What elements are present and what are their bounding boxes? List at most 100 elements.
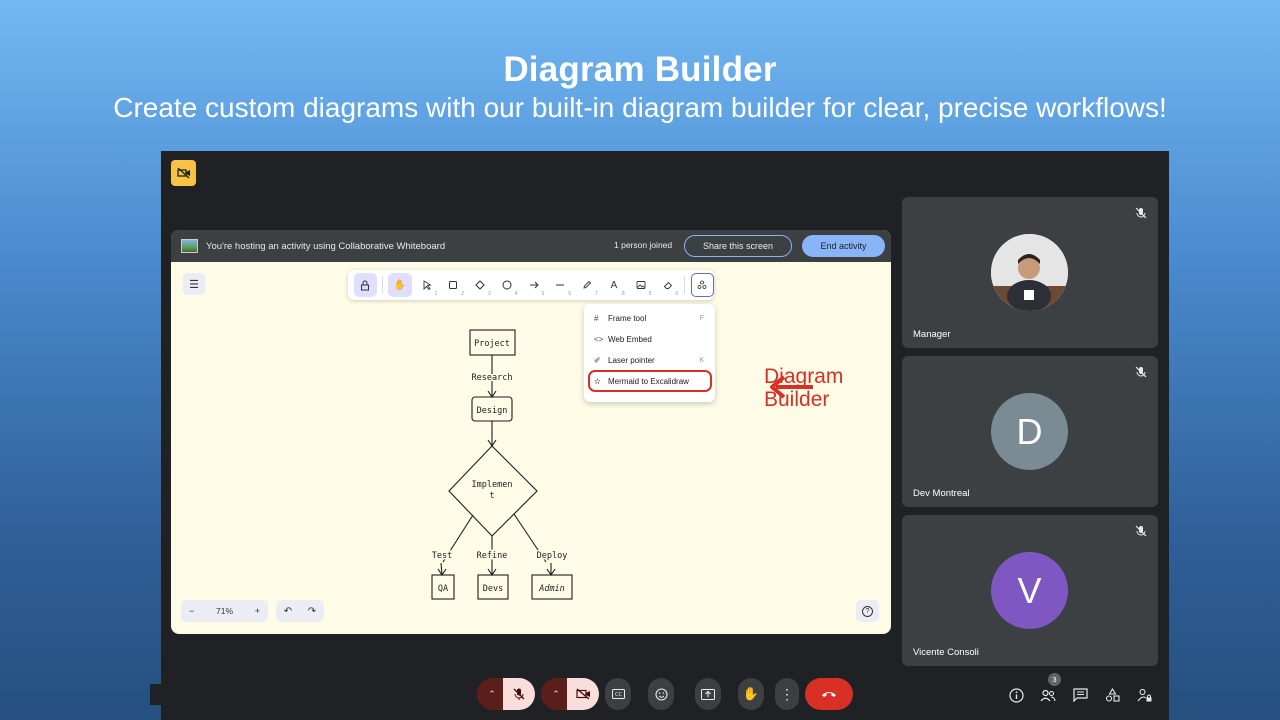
extra-tools-dropdown: # Frame tool F <> Web Embed ✐ Laser poin…: [584, 304, 715, 402]
svg-text:CC: CC: [615, 692, 622, 698]
people-button[interactable]: [1039, 686, 1057, 704]
activities-button[interactable]: [1103, 686, 1121, 704]
person-photo-icon: [991, 234, 1068, 311]
more-options-button[interactable]: ⋮: [775, 678, 799, 710]
leave-call-button[interactable]: [805, 678, 853, 710]
whiteboard-toolbar: ✋ 1 2 3 4 5 6 7 A 8 9 0: [348, 270, 714, 300]
arrow-icon: [529, 281, 539, 289]
microphone-toggle-button[interactable]: [503, 678, 535, 710]
info-icon: [1008, 687, 1024, 703]
node-project-label: Project: [474, 339, 510, 349]
ellipse-icon: [502, 280, 512, 290]
participant-tile-manager[interactable]: Manager: [902, 197, 1158, 348]
camera-off-badge[interactable]: [171, 160, 196, 186]
tool-rectangle[interactable]: 2: [442, 273, 465, 297]
node-implement-label-2: t: [489, 491, 494, 501]
participant-tile-vicente-consoli[interactable]: V Vicente Consoli: [902, 515, 1158, 666]
undo-icon[interactable]: ↶: [284, 606, 292, 617]
raise-hand-button[interactable]: ✋: [738, 678, 764, 710]
tool-text[interactable]: A 8: [602, 273, 625, 298]
zoom-out-button[interactable]: −: [189, 606, 194, 616]
avatar-dev-montreal: D: [991, 393, 1068, 470]
camera-off-icon: [176, 167, 190, 179]
hero-title: Diagram Builder: [503, 50, 777, 89]
tool-pencil[interactable]: 7: [576, 273, 599, 297]
zoom-level[interactable]: 71%: [216, 606, 233, 616]
tool-shortcut: 3: [488, 291, 491, 297]
tool-shortcut: 5: [541, 291, 545, 297]
tool-arrow[interactable]: 5: [522, 273, 545, 297]
tool-diamond[interactable]: 3: [469, 273, 492, 297]
call-controls-bar: ⌃ ⌃ CC ✋ ⋮ 3: [161, 671, 1169, 720]
participant-name: Manager: [913, 329, 951, 340]
tool-eraser[interactable]: 0: [656, 273, 679, 297]
whiteboard-stage: You're hosting an activity using Collabo…: [171, 230, 891, 634]
redo-icon[interactable]: ↷: [308, 606, 316, 617]
left-edge-stub: [150, 684, 161, 705]
people-count-badge: 3: [1048, 673, 1061, 686]
participant-name: Vicente Consoli: [913, 647, 979, 658]
participant-tile-dev-montreal[interactable]: D Dev Montreal: [902, 356, 1158, 507]
tool-shortcut: 7: [595, 291, 598, 297]
tool-lock[interactable]: [353, 273, 377, 297]
image-icon: [636, 281, 646, 289]
zoom-in-button[interactable]: +: [255, 606, 260, 616]
avatar-vicente-consoli: V: [991, 552, 1068, 629]
captions-button[interactable]: CC: [605, 678, 631, 710]
tool-shortcut: 4: [514, 291, 518, 297]
camera-off-icon: [575, 688, 590, 700]
chevron-up-icon: ⌃: [552, 688, 560, 699]
menu-item-frame-tool[interactable]: # Frame tool F: [594, 309, 712, 327]
menu-item-shortcut: K: [699, 356, 704, 364]
mermaid-highlight-outline: [588, 370, 712, 392]
help-button[interactable]: ?: [856, 600, 879, 622]
frame-icon: #: [594, 313, 599, 323]
participant-name: Dev Montreal: [913, 488, 970, 499]
tool-shortcut: 6: [568, 291, 572, 297]
tool-extra-tools[interactable]: [690, 273, 714, 297]
edge-test-label: Test: [432, 551, 452, 561]
more-vert-icon: ⋮: [780, 685, 794, 702]
hand-icon: ✋: [742, 686, 760, 701]
tool-selection[interactable]: 1: [415, 273, 438, 297]
main-menu-button[interactable]: ☰: [183, 273, 205, 295]
chat-button[interactable]: [1071, 686, 1089, 704]
selection-icon: [423, 280, 432, 290]
meeting-details-button[interactable]: [1007, 686, 1025, 704]
chat-icon: [1072, 688, 1088, 702]
toolbar-divider: [684, 276, 686, 294]
tool-line[interactable]: 6: [549, 273, 572, 297]
node-implement-label-1: Implemen: [472, 480, 513, 490]
tool-image[interactable]: 9: [629, 273, 652, 297]
tool-shortcut: 1: [434, 291, 438, 297]
reactions-button[interactable]: [648, 678, 674, 710]
people-icon: [1040, 689, 1056, 701]
text-icon: A: [610, 279, 618, 291]
mic-off-icon: [1135, 525, 1147, 537]
line-icon: [556, 284, 565, 286]
tool-hand[interactable]: ✋: [388, 273, 412, 297]
extra-tools-icon: [697, 280, 707, 289]
node-devs-label: Devs: [483, 584, 503, 594]
present-icon: [701, 688, 715, 700]
tool-ellipse[interactable]: 4: [495, 273, 518, 297]
camera-toggle-button[interactable]: [567, 678, 599, 710]
edge-research-label: Research: [472, 373, 513, 383]
hamburger-icon: ☰: [189, 278, 199, 291]
captions-icon: CC: [611, 689, 625, 699]
mic-off-icon: [1135, 366, 1147, 378]
diamond-icon: [475, 280, 485, 290]
menu-item-shortcut: F: [699, 314, 704, 322]
menu-item-web-embed[interactable]: <> Web Embed: [594, 330, 712, 348]
menu-item-laser-pointer[interactable]: ✐ Laser pointer K: [594, 351, 712, 369]
lock-icon: [361, 280, 370, 290]
eraser-icon: [663, 281, 672, 289]
activities-icon: [1105, 688, 1120, 702]
menu-item-label: Web Embed: [608, 334, 652, 344]
embed-icon: <>: [594, 334, 604, 344]
present-screen-button[interactable]: [695, 678, 721, 710]
hero-subtitle: Create custom diagrams with our built-in…: [113, 92, 1167, 123]
host-controls-button[interactable]: [1135, 686, 1153, 704]
menu-item-label: Laser pointer: [608, 355, 655, 365]
node-design-label: Design: [477, 406, 508, 416]
